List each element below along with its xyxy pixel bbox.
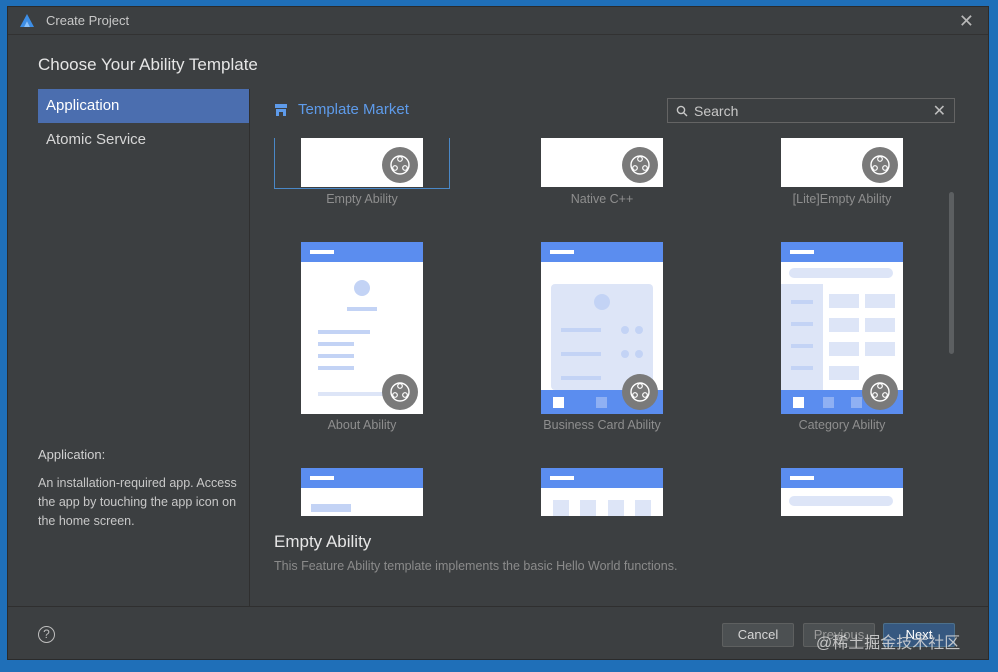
- harmony-badge-icon: [382, 147, 418, 183]
- sidebar-item-application[interactable]: Application: [38, 89, 249, 123]
- close-icon[interactable]: ✕: [959, 11, 974, 32]
- window-title: Create Project: [46, 13, 130, 28]
- template-gallery: Empty Ability Native C++ [Lite]Empty Abi…: [274, 138, 946, 516]
- vertical-divider: [249, 89, 250, 606]
- template-card[interactable]: [541, 468, 663, 516]
- category-description: An installation-required app. Access the…: [38, 476, 237, 528]
- template-thumbnail: [781, 468, 903, 516]
- create-project-dialog: Create Project ✕ Choose Your Ability Tem…: [7, 6, 989, 660]
- template-card[interactable]: [781, 468, 903, 516]
- app-logo-icon: [16, 10, 38, 32]
- harmony-badge-icon: [382, 374, 418, 410]
- page-title: Choose Your Ability Template: [38, 55, 258, 74]
- template-label: [Lite]Empty Ability: [792, 192, 892, 206]
- search-icon: [676, 104, 690, 118]
- template-thumbnail: [301, 468, 423, 516]
- template-market-label: Template Market: [298, 101, 409, 118]
- store-icon: [274, 103, 288, 117]
- harmony-badge-icon: [622, 374, 658, 410]
- harmony-badge-icon: [622, 147, 658, 183]
- template-card-native-cpp[interactable]: Native C++: [541, 138, 663, 208]
- search-input[interactable]: Search ✕: [667, 98, 955, 123]
- title-bar: Create Project ✕: [8, 7, 988, 35]
- template-card-empty-ability[interactable]: Empty Ability: [301, 138, 423, 208]
- template-label: Native C++: [570, 192, 634, 206]
- cancel-button[interactable]: Cancel: [722, 623, 794, 647]
- gallery-scrollbar[interactable]: [949, 192, 954, 354]
- selected-template-description: This Feature Ability template implements…: [274, 559, 678, 573]
- harmony-badge-icon: [862, 147, 898, 183]
- template-card-lite-empty-ability[interactable]: [Lite]Empty Ability: [781, 138, 903, 208]
- help-icon[interactable]: ?: [38, 626, 55, 643]
- template-card[interactable]: [301, 468, 423, 516]
- template-label: Empty Ability: [326, 192, 398, 206]
- template-label: Category Ability: [798, 418, 886, 432]
- selected-template-title: Empty Ability: [274, 532, 372, 551]
- category-description-title: Application:: [38, 447, 106, 462]
- template-card-category-ability[interactable]: Category Ability: [781, 242, 903, 438]
- harmony-badge-icon: [862, 374, 898, 410]
- sidebar-item-atomic-service[interactable]: Atomic Service: [38, 123, 249, 157]
- template-card-business-card-ability[interactable]: Business Card Ability: [541, 242, 663, 438]
- template-thumbnail: [541, 468, 663, 516]
- search-text: Search: [694, 102, 739, 119]
- template-label: Business Card Ability: [543, 418, 661, 432]
- template-label: About Ability: [327, 418, 397, 432]
- template-card-about-ability[interactable]: About Ability: [301, 242, 423, 438]
- watermark: @稀土掘金技术社区: [816, 635, 961, 652]
- clear-search-icon[interactable]: ✕: [933, 101, 946, 121]
- template-market-link[interactable]: Template Market: [274, 101, 409, 118]
- footer-divider: [8, 606, 988, 607]
